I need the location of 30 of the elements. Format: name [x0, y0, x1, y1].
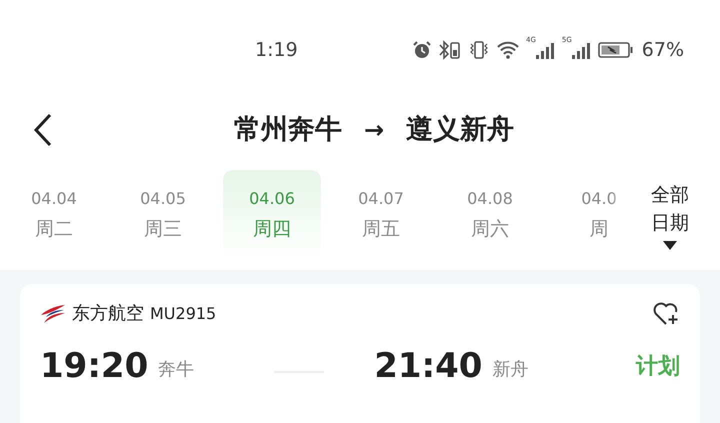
alarm-icon — [412, 40, 432, 60]
destination-city: 遵义新舟 — [406, 112, 514, 147]
vibrate-icon — [468, 40, 490, 60]
signal-icon — [572, 40, 592, 60]
all-dates-button[interactable]: 全部 日期 — [620, 170, 720, 260]
battery-charging-icon — [598, 40, 634, 60]
date-tab[interactable]: 04.08 周六 — [441, 170, 539, 260]
route-arrow: → — [364, 115, 384, 146]
dropdown-caret-icon — [663, 240, 677, 250]
origin-city: 常州奔牛 — [234, 112, 342, 147]
flight-status: 计划 — [636, 353, 680, 381]
date-tab[interactable]: 04.05 周三 — [114, 170, 212, 260]
arrival-airport: 新舟 — [492, 358, 528, 382]
signal-icon — [536, 40, 556, 60]
wifi-icon — [496, 40, 520, 60]
flight-number: MU2915 — [150, 302, 216, 324]
date-tab[interactable]: 04.07 周五 — [332, 170, 430, 260]
date-tab[interactable]: 04.04 周二 — [5, 170, 103, 260]
arrival-time: 21:40 — [374, 349, 482, 383]
airline-logo-icon — [40, 304, 66, 324]
flight-card[interactable]: 东方航空 MU2915 19:20 奔牛 21:40 新舟 计划 — [20, 284, 700, 423]
date-tab[interactable]: 04.0 周 — [550, 170, 620, 260]
battery-percentage: 67% — [642, 38, 684, 63]
airline-name: 东方航空 — [72, 302, 144, 326]
favorite-button[interactable] — [652, 300, 680, 326]
departure-airport: 奔牛 — [158, 358, 194, 382]
bluetooth-battery-icon — [438, 40, 462, 60]
departure-time: 19:20 — [40, 349, 148, 383]
heart-plus-icon — [652, 300, 680, 326]
status-time: 1:19 — [255, 38, 298, 63]
